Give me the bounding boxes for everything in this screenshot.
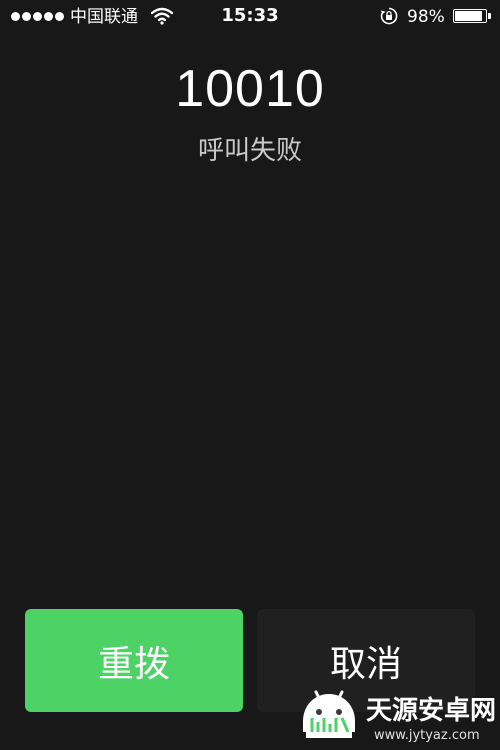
watermark-name: 天源安卓网 [366,696,497,726]
battery-percentage: 98% [407,7,445,27]
redial-button[interactable]: 重拨 [25,609,243,712]
status-bar: 中国联通 15:33 98% [0,0,500,34]
phone-number: 10010 [175,60,325,118]
battery-icon [453,9,493,25]
watermark-url: www.jytyaz.com [374,728,480,743]
rotation-lock-icon [380,7,398,25]
watermark: 天源安卓网 www.jytyaz.com [296,688,500,750]
call-status: 呼叫失败 [197,136,302,166]
android-logo-icon [303,690,355,738]
call-failed-screen: 中国联通 15:33 98% 10010 呼叫失败 重拨 取消 天源安卓网 ww… [0,0,500,750]
